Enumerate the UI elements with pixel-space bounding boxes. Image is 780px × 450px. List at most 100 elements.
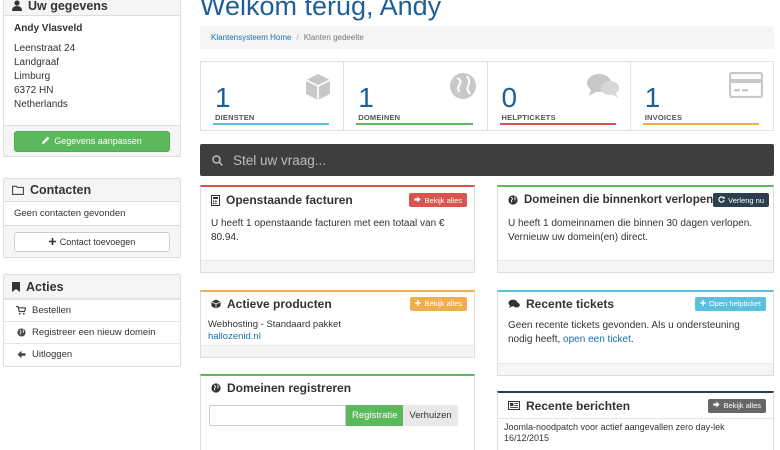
active-products-panel-title: Actieve producten [227, 296, 332, 311]
expiring-domains-panel-header: Domeinen die binnenkort verlopen Verleng… [498, 187, 773, 213]
active-products-panel-header: Actieve producten Bekijk alles [201, 292, 474, 315]
add-contact-button[interactable]: Contact toevoegen [14, 231, 170, 252]
search-input[interactable]: Stel uw vraag... [200, 144, 774, 176]
breadcrumb-home-link[interactable]: Klantensysteem Home [211, 33, 291, 42]
stat-bar [213, 123, 330, 125]
menu-item-label: Registreer een nieuw domein [32, 327, 156, 338]
recent-news-panel-title: Recente berichten [526, 398, 631, 413]
breadcrumb: Klantensysteem Home / Klanten gedeelte [200, 26, 774, 49]
view-all-label: Bekijk alles [723, 401, 761, 410]
register-button[interactable]: Registratie [346, 405, 404, 426]
view-all-label: Bekijk alles [424, 195, 462, 205]
menu-item-label: Uitloggen [32, 349, 73, 360]
recent-tickets-panel-footer [498, 363, 773, 375]
breadcrumb-separator: / [296, 33, 299, 42]
stat-tile-services[interactable]: 1 DIENSTEN [201, 62, 345, 130]
expiring-domains-panel-footer [498, 260, 773, 272]
stat-label: DIENSTEN [215, 113, 255, 122]
renew-now-button[interactable]: Verleng nu [713, 193, 770, 207]
stat-value: 1 [644, 82, 661, 113]
menu-item-logout[interactable]: Uitloggen [4, 343, 180, 365]
actions-panel: Acties Bestellen Registreer een nieuw do… [3, 274, 181, 367]
arrow-right-icon [414, 196, 422, 205]
expiring-domains-panel-text: U heeft 1 domeinnamen die binnen 30 dage… [508, 218, 753, 243]
calculator-icon [211, 194, 220, 206]
globe-icon [508, 195, 518, 205]
globe-icon [211, 382, 221, 393]
contacts-panel-title: Contacten [30, 183, 92, 197]
view-all-invoices-button[interactable]: Bekijk alles [409, 193, 467, 207]
pencil-icon [42, 136, 50, 146]
register-domains-panel-title: Domeinen registreren [227, 380, 352, 395]
actions-panel-title: Acties [26, 279, 64, 294]
account-name: Andy Vlasveld [14, 23, 83, 34]
tickets-text-end: . [630, 334, 634, 345]
folder-icon [12, 185, 24, 195]
refresh-icon [718, 195, 725, 205]
edit-details-button[interactable]: Gegevens aanpassen [14, 130, 170, 152]
news-item[interactable]: Joomla-noodpatch voor actief aangevallen… [498, 418, 773, 444]
arrow-left-icon [14, 350, 28, 359]
contacts-empty-text: Geen contacten gevonden [14, 208, 126, 219]
stat-bar [356, 123, 473, 125]
account-panel: Uw gegevens Andy Vlasveld Leenstraat 24 … [3, 0, 181, 157]
plus-icon [48, 237, 56, 247]
view-all-label: Bekijk alles [424, 299, 462, 308]
recent-tickets-panel-header: Recente tickets Open helpticket [498, 292, 773, 315]
menu-item-register-domain[interactable]: Registreer een nieuw domein [4, 321, 180, 343]
contacts-panel-header: Contacten [4, 179, 180, 202]
recent-tickets-panel-text: Geen recente tickets gevonden. Als u ond… [498, 315, 773, 347]
expiring-domains-panel: Domeinen die binnenkort verlopen Verleng… [497, 185, 774, 273]
plus-icon [415, 299, 422, 308]
comments-icon [508, 299, 520, 309]
address-line: Limburg [14, 71, 51, 82]
expiring-domains-panel-title: Domeinen die binnenkort verlopen [524, 194, 714, 206]
view-all-products-button[interactable]: Bekijk alles [410, 296, 467, 311]
edit-details-label: Gegevens aanpassen [54, 136, 142, 146]
stat-bar [499, 123, 616, 125]
view-all-news-button[interactable]: Bekijk alles [708, 398, 766, 413]
credit-card-icon [728, 71, 764, 101]
invoices-panel-footer [201, 260, 474, 272]
stat-value: 1 [215, 82, 231, 113]
stat-tile-invoices[interactable]: 1 INVOICES [631, 62, 773, 130]
open-ticket-link[interactable]: open een ticket [563, 334, 631, 345]
user-icon [12, 0, 22, 11]
open-ticket-button[interactable]: Open helpticket [694, 296, 766, 311]
recent-tickets-panel-title: Recente tickets [526, 296, 615, 311]
arrow-right-icon [713, 401, 721, 410]
menu-item-order[interactable]: Bestellen [4, 299, 180, 321]
address-line: Leenstraat 24 [14, 43, 76, 54]
account-panel-footer: Gegevens aanpassen [4, 125, 180, 156]
open-ticket-label: Open helpticket [708, 299, 761, 308]
product-domain-link[interactable]: hallozenid.nl [208, 331, 261, 342]
news-item-date: 16/12/2015 [504, 433, 550, 443]
stat-label: DOMEINEN [358, 113, 401, 122]
actions-panel-header: Acties [4, 275, 180, 299]
cart-icon [14, 306, 28, 315]
address-line: Netherlands [14, 99, 68, 110]
stat-value: 0 [501, 82, 518, 113]
domain-input[interactable] [209, 405, 346, 426]
stat-tile-tickets[interactable]: 0 HELPTICKETS [488, 62, 631, 130]
invoices-panel-title: Openstaande facturen [226, 193, 353, 207]
transfer-button[interactable]: Verhuizen [403, 405, 458, 426]
cube-icon [303, 72, 333, 105]
page-title: Welkom terug, Andy [200, 0, 442, 21]
stat-bar [642, 123, 759, 125]
contacts-panel: Contacten Geen contacten gevonden Contac… [3, 178, 181, 258]
invoices-panel-header: Openstaande facturen Bekijk alles [201, 187, 474, 213]
register-domains-panel-header: Domeinen registreren [201, 376, 474, 399]
cube-icon [211, 299, 221, 309]
account-panel-header: Uw gegevens [4, 0, 180, 16]
register-domains-panel: Domeinen registreren Registratie Verhuiz… [200, 374, 475, 450]
stats-tiles: 1 DIENSTEN 1 DOMEINEN 0 HELPTICKETS 1 IN… [200, 61, 774, 131]
active-products-panel: Actieve producten Bekijk alles Webhostin… [200, 290, 475, 358]
renew-now-label: Verleng nu [728, 195, 765, 205]
globe-icon [14, 328, 28, 337]
product-name: Webhosting - Standaard pakket [208, 319, 341, 330]
stat-tile-domains[interactable]: 1 DOMEINEN [344, 62, 488, 130]
recent-news-panel: Recente berichten Bekijk alles Joomla-no… [497, 391, 774, 450]
comments-icon [586, 72, 620, 103]
bookmark-icon [12, 281, 20, 292]
